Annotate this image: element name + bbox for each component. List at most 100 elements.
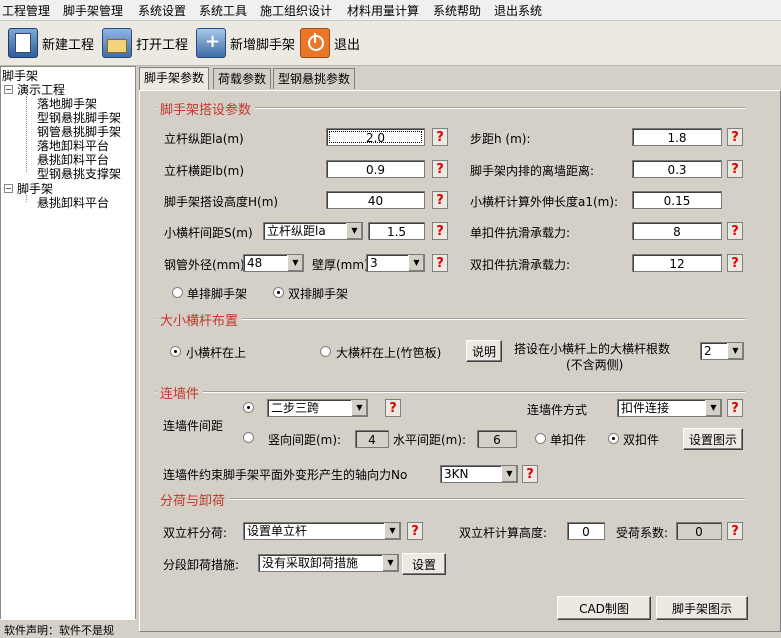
tube-diameter-select[interactable]: 48 ▼ [243,254,304,272]
menu-help[interactable]: 系统帮助 [433,2,481,19]
menu-settings[interactable]: 系统设置 [138,2,186,19]
radio-label: 单扣件 [550,433,587,447]
field-label: 双立杆分荷: [163,526,228,540]
spacing-select-value: 立杆纵距la [267,224,326,238]
double-pole-select[interactable]: 设置单立杆 ▼ [243,522,401,540]
add-scaffold-button[interactable]: 新增脚手架 [196,27,295,59]
setup-diagram-button[interactable]: 设置图示 [683,428,743,450]
step-span-select[interactable]: 二步三跨 ▼ [267,399,368,417]
exit-label: 退出 [334,37,361,53]
section-divider [155,391,745,393]
field-label: 分段卸荷措施: [163,558,240,572]
help-icon[interactable]: ? [727,128,743,146]
help-icon[interactable]: ? [432,191,448,209]
unload-setup-button[interactable]: 设置 [402,553,446,575]
menu-construction[interactable]: 施工组织设计 [260,2,332,19]
step-span-radio[interactable] [243,402,254,413]
open-project-button[interactable]: 打开工程 [102,27,188,59]
help-icon[interactable]: ? [727,160,743,178]
help-icon[interactable]: ? [727,522,743,540]
help-icon[interactable]: ? [727,399,743,417]
field-label: 双扣件抗滑承载力: [470,258,571,272]
small-crossbar-top-radio[interactable] [170,346,181,357]
chevron-down-icon: ▼ [346,223,362,239]
toolbar: 新建工程 打开工程 新增脚手架 退出 [0,21,781,66]
collapse-icon[interactable]: − [4,85,13,94]
pole-transverse-input[interactable]: 0.9 [326,160,425,178]
wall-distance-input[interactable]: 0.3 [632,160,722,178]
calc-height-input[interactable]: 0 [567,522,605,540]
power-icon [300,28,330,58]
tab-load-params[interactable]: 荷载参数 [213,68,272,89]
axial-force-select[interactable]: 3KN ▼ [440,465,518,483]
horizontal-spacing-input[interactable]: 6 [477,430,517,448]
pole-longitudinal-input[interactable]: 2.0 [326,128,425,146]
radio-label: 双扣件 [623,433,660,447]
single-row-radio[interactable] [172,287,183,298]
help-icon[interactable]: ? [727,254,743,272]
tube-diameter-value: 48 [247,256,263,270]
explain-button[interactable]: 说明 [466,340,502,362]
tree-line [26,195,27,202]
count-label: 搭设在小横杆上的大横杆根数 [514,342,671,356]
radio-label: 双排脚手架 [288,287,349,301]
menu-tools[interactable]: 系统工具 [199,2,247,19]
status-bar: 软件声明：软件不是规 [0,619,136,637]
chevron-down-icon: ▼ [727,343,743,359]
field-label: 小横杆计算外伸长度a1(m): [470,195,619,209]
menu-scaffold[interactable]: 脚手架管理 [63,2,123,19]
menu-project[interactable]: 工程管理 [2,2,50,19]
vertical-spacing-input[interactable]: 4 [355,430,389,448]
exit-button[interactable]: 退出 [300,27,360,59]
custom-spacing-radio[interactable] [243,432,254,443]
tie-method-select[interactable]: 扣件连接 ▼ [617,399,722,417]
crossbar-count-select[interactable]: 2 ▼ [700,342,744,360]
help-icon[interactable]: ? [432,160,448,178]
chevron-down-icon: ▼ [384,523,400,539]
new-project-button[interactable]: 新建工程 [8,27,94,59]
double-clip-capacity-input[interactable]: 12 [632,254,722,272]
large-crossbar-top-radio[interactable] [320,346,331,357]
double-row-radio[interactable] [273,287,284,298]
help-icon[interactable]: ? [407,522,423,540]
menu-materials[interactable]: 材料用量计算 [347,2,419,19]
unload-measure-select[interactable]: 没有采取卸荷措施 ▼ [258,554,399,572]
tree-item[interactable]: 悬挑卸料平台 [37,194,109,211]
help-icon[interactable]: ? [522,465,538,483]
single-clip-radio[interactable] [535,433,546,444]
section-title-crossbar: 大小横杆布置 [156,310,243,329]
height-input[interactable]: 40 [326,191,425,209]
count-label-note: (不含两侧) [566,358,624,372]
field-label: 小横杆间距S(m) [164,226,253,240]
tab-scaffold-params[interactable]: 脚手架参数 [139,67,210,90]
scaffold-diagram-button[interactable]: 脚手架图示 [656,596,748,620]
double-clip-radio[interactable] [608,433,619,444]
chevron-down-icon: ▼ [287,255,303,271]
wall-thickness-select[interactable]: 3 ▼ [366,254,425,272]
help-icon[interactable]: ? [727,222,743,240]
field-label: 连墙件约束脚手架平面外变形产生的轴向力No [163,468,408,482]
load-coefficient-input[interactable]: 0 [676,522,722,540]
field-label: 钢管外径(mm) [164,258,245,272]
radio-label: 大横杆在上(竹笆板) [336,346,442,360]
spacing-select[interactable]: 立杆纵距la ▼ [263,222,363,240]
radio-label: 小横杆在上 [186,346,247,360]
collapse-icon[interactable]: − [4,184,13,193]
step-height-input[interactable]: 1.8 [632,128,722,146]
help-icon[interactable]: ? [385,399,401,417]
section-divider [155,318,745,320]
cad-drawing-button[interactable]: CAD制图 [557,596,651,620]
tab-cantilever-params[interactable]: 型钢悬挑参数 [273,68,356,89]
overhang-length-input[interactable]: 0.15 [632,191,722,209]
help-icon[interactable]: ? [432,222,448,240]
field-label: 壁厚(mm) [312,258,369,272]
field-label: 脚手架内排的离墙距离: [470,164,595,178]
spacing-value-input[interactable]: 1.5 [368,222,425,240]
new-project-label: 新建工程 [42,37,95,53]
menu-exit[interactable]: 退出系统 [494,2,542,19]
double-pole-value: 设置单立杆 [247,524,308,538]
field-label: 受荷系数: [616,526,669,540]
help-icon[interactable]: ? [432,128,448,146]
single-clip-capacity-input[interactable]: 8 [632,222,722,240]
help-icon[interactable]: ? [432,254,448,272]
